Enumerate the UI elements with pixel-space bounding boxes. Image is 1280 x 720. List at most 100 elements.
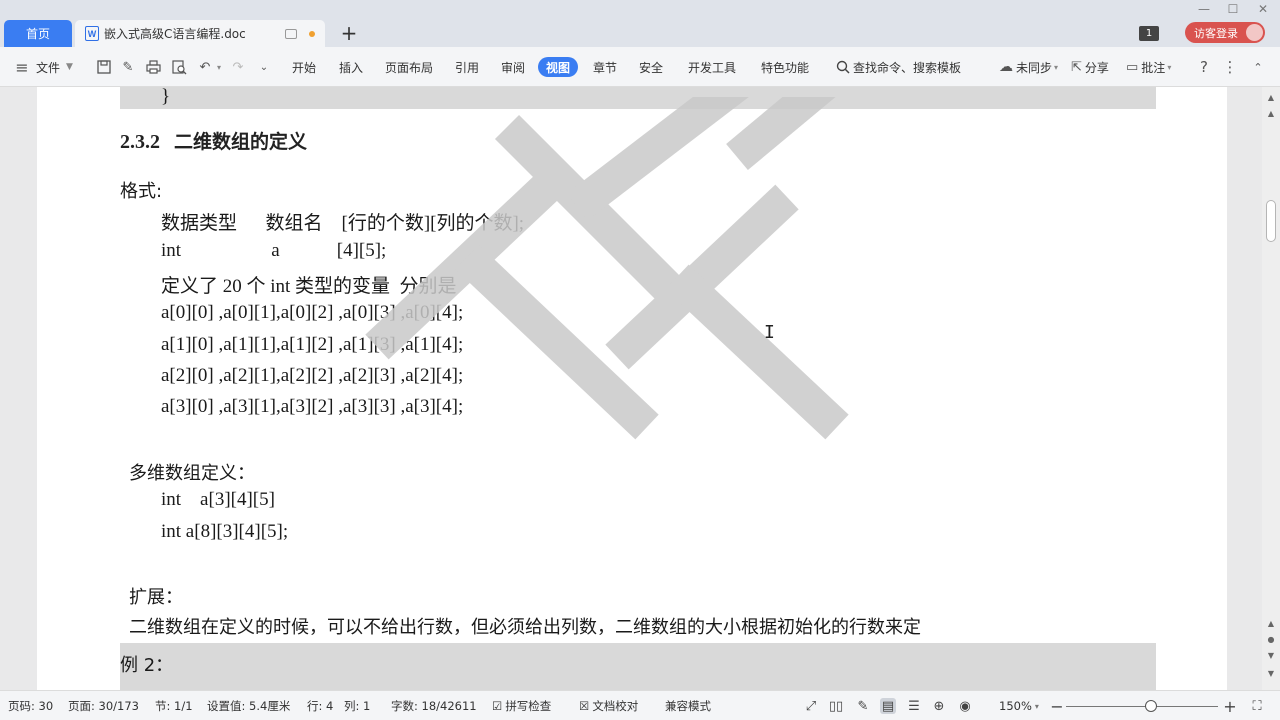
- menu-developer[interactable]: 开发工具: [688, 47, 736, 87]
- menu-review[interactable]: 审阅: [501, 47, 525, 87]
- tab-document[interactable]: W 嵌入式高级C语言编程.doc: [75, 20, 325, 47]
- scroll-down-icon[interactable]: ▼: [1265, 669, 1277, 679]
- status-col[interactable]: 列: 1: [344, 691, 370, 720]
- guest-login-button[interactable]: 访客登录: [1185, 22, 1265, 43]
- sync-label: 未同步: [1016, 60, 1053, 75]
- outline-view-icon[interactable]: ☰: [906, 698, 922, 714]
- tab-document-title: 嵌入式高级C语言编程.doc: [104, 27, 246, 41]
- help-icon[interactable]: ?: [1196, 58, 1212, 76]
- scroll-select-icon[interactable]: ●: [1265, 635, 1277, 645]
- tab-bar: 首页 W 嵌入式高级C语言编程.doc + 1 访客登录 — ☐ ✕: [0, 0, 1280, 47]
- zoom-in-icon[interactable]: +: [1222, 697, 1238, 716]
- menu-insert[interactable]: 插入: [339, 47, 363, 87]
- format-syntax-line: 数据类型 数组名 [行的个数][列的个数];: [161, 213, 525, 234]
- save-icon[interactable]: [96, 59, 112, 75]
- read-mode-icon[interactable]: ▯▯: [828, 698, 844, 714]
- print-preview-icon[interactable]: [171, 59, 187, 75]
- format-example-line: int a [4][5];: [161, 240, 387, 261]
- share-label: 分享: [1084, 60, 1109, 75]
- element-row-2: a[2][0] ,a[2][1],a[2][2] ,a[2][3] ,a[2][…: [161, 365, 464, 386]
- code-block-shading: [120, 87, 1156, 109]
- status-page-code[interactable]: 页码: 30: [8, 691, 53, 720]
- maximize-button[interactable]: ☐: [1225, 2, 1241, 16]
- zoom-level[interactable]: 150% ▾: [999, 691, 1039, 720]
- chevron-down-icon: ▾: [1054, 62, 1059, 72]
- fullscreen-icon[interactable]: ⤢: [803, 698, 819, 714]
- zoom-slider-track[interactable]: [1066, 706, 1218, 707]
- proofread-label: 文档校对: [592, 699, 639, 713]
- redo-icon[interactable]: ↷: [230, 59, 246, 75]
- hamburger-icon[interactable]: ≡: [14, 58, 30, 77]
- menu-special[interactable]: 特色功能: [761, 47, 809, 87]
- undo-dropdown-icon[interactable]: ▾: [211, 59, 227, 75]
- print-icon[interactable]: [145, 59, 161, 75]
- scrollbar-thumb[interactable]: [1266, 200, 1276, 242]
- menu-start[interactable]: 开始: [292, 47, 316, 87]
- menu-view[interactable]: 视图: [538, 57, 579, 77]
- comment-label: 批注: [1141, 60, 1166, 75]
- extension-text: 二维数组在定义的时候，可以不给出行数，但必须给出列数，二维数组的大小根据初始化的…: [129, 617, 921, 638]
- text-cursor-icon: I: [764, 322, 775, 343]
- menu-page-layout[interactable]: 页面布局: [385, 47, 433, 87]
- document-page[interactable]: } 2.3.2 二维数组的定义 格式: 数据类型 数组名 [行的个数][列的个数]…: [37, 87, 1227, 690]
- closing-brace: }: [161, 87, 171, 107]
- proofread-button[interactable]: ☒ 文档校对: [579, 691, 638, 720]
- tab-home[interactable]: 首页: [4, 20, 72, 47]
- menu-chapter[interactable]: 章节: [593, 47, 617, 87]
- share-icon: ⇱: [1071, 59, 1082, 75]
- write-mode-icon[interactable]: ✎: [855, 698, 871, 714]
- comment-button[interactable]: ▭ 批注 ▾: [1126, 47, 1171, 87]
- scroll-prev-icon[interactable]: ▲: [1265, 619, 1277, 629]
- menu-references[interactable]: 引用: [455, 47, 479, 87]
- section-number: 2.3.2: [120, 131, 160, 153]
- status-word-count[interactable]: 字数: 18/42611: [391, 691, 477, 720]
- document-area[interactable]: } 2.3.2 二维数组的定义 格式: 数据类型 数组名 [行的个数][列的个数]…: [0, 87, 1262, 690]
- tab-window-icon[interactable]: [285, 28, 297, 39]
- scroll-prev-page-icon[interactable]: ▲: [1265, 109, 1277, 119]
- avatar-icon: [1246, 24, 1263, 41]
- share-button[interactable]: ⇱ 分享: [1071, 47, 1109, 87]
- more-chevron-icon[interactable]: ⌄: [256, 59, 272, 75]
- more-options-icon[interactable]: ⋮: [1222, 58, 1238, 76]
- status-row[interactable]: 行: 4: [307, 691, 333, 720]
- search-placeholder: 查找命令、搜索模板: [853, 60, 962, 75]
- sync-status[interactable]: ☁ 未同步 ▾: [999, 47, 1058, 87]
- section-title: 二维数组的定义: [174, 131, 308, 153]
- zoom-out-icon[interactable]: −: [1049, 697, 1065, 716]
- compat-mode: 兼容模式: [665, 699, 711, 713]
- eye-protection-icon[interactable]: ◉: [957, 698, 973, 714]
- vertical-scrollbar[interactable]: ▲ ▲ ▲ ● ▼ ▼: [1262, 87, 1280, 690]
- collapse-ribbon-icon[interactable]: ⌃: [1250, 59, 1266, 75]
- web-view-icon[interactable]: ⊕: [931, 698, 947, 714]
- multidim-example-2: int a[8][3][4][5];: [161, 521, 289, 542]
- status-setting[interactable]: 设置值: 5.4厘米: [207, 691, 290, 720]
- window-count-badge[interactable]: 1: [1139, 26, 1159, 41]
- search-command[interactable]: 查找命令、搜索模板: [836, 47, 961, 87]
- menu-security[interactable]: 安全: [639, 47, 663, 87]
- minimize-button[interactable]: —: [1196, 2, 1212, 16]
- close-button[interactable]: ✕: [1255, 2, 1271, 16]
- scroll-next-icon[interactable]: ▼: [1265, 651, 1277, 661]
- spell-check-icon: ☑: [492, 699, 503, 713]
- zoom-value: 150%: [999, 699, 1032, 713]
- status-pages[interactable]: 页面: 30/173: [68, 691, 139, 720]
- scroll-up-icon[interactable]: ▲: [1265, 93, 1277, 103]
- page-view-icon[interactable]: ▤: [880, 698, 896, 714]
- zoom-slider-knob[interactable]: [1145, 700, 1157, 712]
- spell-check-button[interactable]: ☑ 拼写检查: [492, 691, 551, 720]
- fit-page-icon[interactable]: ⛶: [1249, 698, 1265, 714]
- format-painter-icon[interactable]: ✎: [120, 59, 136, 75]
- menu-file[interactable]: 文件 ▼: [36, 47, 73, 87]
- chevron-down-icon: ▼: [66, 62, 73, 72]
- status-bar: 页码: 30 页面: 30/173 节: 1/1 设置值: 5.4厘米 行: 4…: [0, 690, 1280, 720]
- definition-note: 定义了 20 个 int 类型的变量 分别是: [161, 276, 457, 297]
- status-section[interactable]: 节: 1/1: [155, 691, 193, 720]
- multidim-example-1: int a[3][4][5]: [161, 489, 275, 510]
- menu-file-label: 文件: [36, 60, 61, 75]
- word-doc-icon: W: [85, 26, 99, 41]
- element-row-3: a[3][0] ,a[3][1],a[3][2] ,a[3][3] ,a[3][…: [161, 396, 464, 417]
- search-icon: [836, 60, 850, 74]
- element-row-1: a[1][0] ,a[1][1],a[1][2] ,a[1][3] ,a[1][…: [161, 334, 464, 355]
- new-tab-button[interactable]: +: [338, 21, 360, 45]
- guest-login-label: 访客登录: [1194, 26, 1238, 40]
